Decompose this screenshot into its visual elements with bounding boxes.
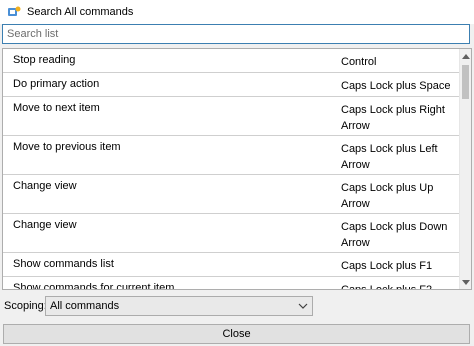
scoping-label: Scoping: (4, 300, 47, 312)
command-keys: Caps Lock plus Up Arrow (341, 182, 434, 210)
command-name: Show commands list (13, 258, 114, 270)
list-item[interactable]: Move to next item Caps Lock plus Right A… (3, 97, 460, 136)
command-name: Move to next item (13, 102, 100, 114)
list-scrollbar[interactable] (459, 49, 471, 289)
scoping-dropdown[interactable]: All commands (45, 296, 313, 316)
command-name: Change view (13, 219, 77, 231)
list-item[interactable]: Change view Caps Lock plus Up Arrow (3, 175, 460, 214)
close-button[interactable]: Close (3, 324, 470, 344)
list-item[interactable]: Show commands for current item Caps Lock… (3, 277, 460, 290)
list-item[interactable]: Do primary action Caps Lock plus Space (3, 73, 460, 97)
scoping-row: Scoping: All commands (0, 296, 474, 318)
command-name: Show commands for current item (13, 282, 175, 290)
search-box[interactable] (2, 24, 470, 44)
command-name: Stop reading (13, 54, 76, 66)
command-name: Change view (13, 180, 77, 192)
chevron-down-icon (298, 301, 308, 311)
scroll-up-icon[interactable] (460, 49, 471, 63)
scroll-down-icon[interactable] (460, 275, 471, 289)
command-keys: Caps Lock plus Down Arrow (341, 221, 448, 249)
commands-list[interactable]: Stop reading Control Do primary action C… (2, 48, 472, 290)
command-keys: Caps Lock plus Left Arrow (341, 143, 438, 171)
list-item[interactable]: Stop reading Control (3, 49, 460, 73)
command-keys: Caps Lock plus F1 (341, 260, 433, 272)
command-name: Move to previous item (13, 141, 121, 153)
command-keys: Control (341, 56, 377, 68)
title-bar: Search All commands (0, 0, 474, 24)
command-keys: Caps Lock plus F2 (341, 284, 433, 290)
commands-rows: Stop reading Control Do primary action C… (3, 49, 460, 290)
list-item[interactable]: Change view Caps Lock plus Down Arrow (3, 214, 460, 253)
command-keys: Caps Lock plus Space (341, 80, 451, 92)
list-item[interactable]: Show commands list Caps Lock plus F1 (3, 253, 460, 277)
command-name: Do primary action (13, 78, 100, 90)
list-item[interactable]: Move to previous item Caps Lock plus Lef… (3, 136, 460, 175)
command-keys: Caps Lock plus Right Arrow (341, 104, 445, 132)
scroll-thumb[interactable] (462, 65, 469, 99)
narrator-app-icon (7, 5, 21, 19)
scoping-selected-value: All commands (50, 300, 120, 312)
window-title: Search All commands (27, 6, 134, 18)
search-input[interactable] (3, 25, 469, 43)
